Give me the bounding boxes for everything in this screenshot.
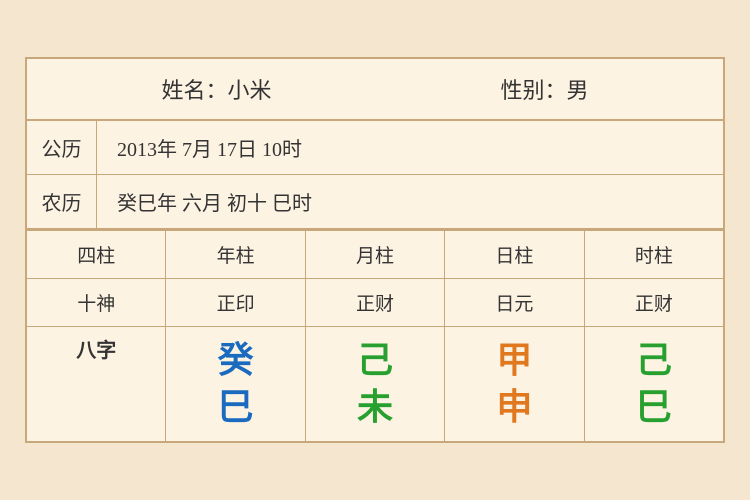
header-row: 姓名：小米 性别：男	[27, 59, 723, 121]
sizhu-label: 四柱	[27, 231, 166, 278]
shishen-0: 正印	[166, 279, 305, 326]
shizhu-header: 时柱	[585, 231, 723, 278]
shishen-2: 日元	[445, 279, 584, 326]
main-container: 姓名：小米 性别：男 公历 2013年 7月 17日 10时 农历 癸巳年 六月…	[25, 57, 725, 443]
bazi-top-2: 甲	[496, 339, 532, 382]
bazi-bottom-2: 申	[496, 386, 532, 429]
rizhu-header: 日柱	[445, 231, 584, 278]
name-label: 姓名：小米	[161, 73, 271, 105]
gregorian-value: 2013年 7月 17日 10时	[97, 121, 723, 174]
bazi-top-0: 癸	[218, 339, 254, 382]
bazi-col-1: 己 未	[306, 327, 445, 441]
columns-header-row: 四柱 年柱 月柱 日柱 时柱	[27, 229, 723, 279]
bazi-top-3: 己	[636, 339, 672, 382]
lunar-label: 农历	[27, 175, 97, 228]
gregorian-row: 公历 2013年 7月 17日 10时	[27, 121, 723, 175]
bazi-bottom-3: 巳	[636, 386, 672, 429]
shishen-row: 十神 正印 正财 日元 正财	[27, 279, 723, 327]
gender-label: 性别：男	[500, 73, 588, 105]
bazi-col-0: 癸 巳	[166, 327, 305, 441]
shishen-label: 十神	[27, 279, 166, 326]
nianzhu-header: 年柱	[166, 231, 305, 278]
bazi-bottom-1: 未	[357, 386, 393, 429]
lunar-row: 农历 癸巳年 六月 初十 巳时	[27, 175, 723, 229]
bazi-label: 八字	[76, 339, 116, 363]
gregorian-label: 公历	[27, 121, 97, 174]
yuezhu-header: 月柱	[306, 231, 445, 278]
bazi-bottom-0: 巳	[218, 386, 254, 429]
shishen-1: 正财	[306, 279, 445, 326]
bazi-col-2: 甲 申	[445, 327, 584, 441]
bazi-top-1: 己	[357, 339, 393, 382]
bazi-row: 八字 癸 巳 己 未 甲 申 己 巳	[27, 327, 723, 441]
bazi-label-cell: 八字	[27, 327, 166, 441]
bazi-col-3: 己 巳	[585, 327, 723, 441]
shishen-3: 正财	[585, 279, 723, 326]
lunar-value: 癸巳年 六月 初十 巳时	[97, 175, 723, 228]
